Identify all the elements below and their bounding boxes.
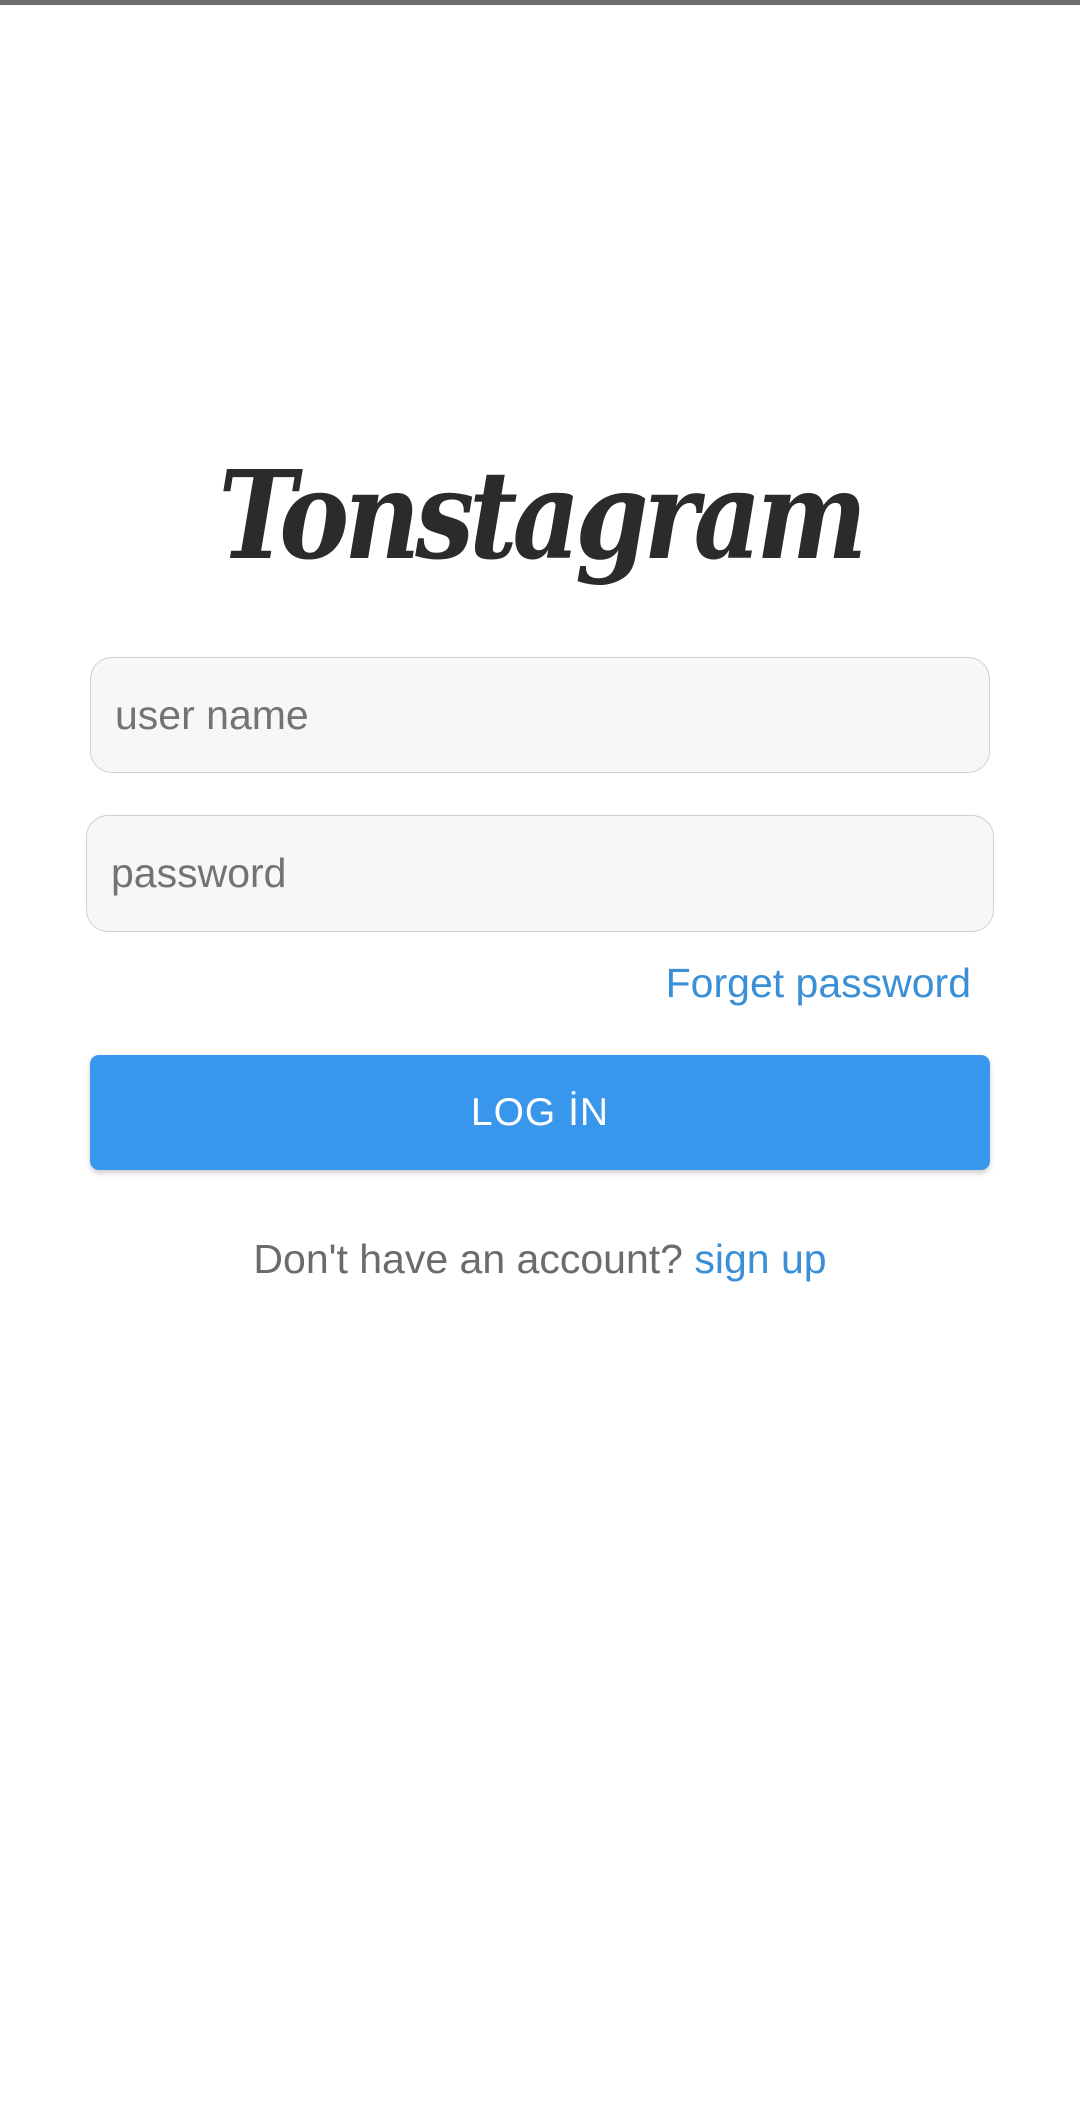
signup-prompt-text: Don't have an account? — [253, 1236, 683, 1282]
password-input[interactable] — [87, 816, 993, 931]
login-button-label: LOG İN — [470, 1090, 610, 1134]
login-button[interactable]: LOG İN — [90, 1055, 990, 1170]
username-field[interactable] — [90, 657, 990, 773]
password-field[interactable] — [86, 815, 994, 932]
app-logo: Tonstagram — [0, 420, 1080, 610]
top-divider — [0, 0, 1080, 5]
forgot-password-link[interactable]: Forget password — [666, 960, 971, 1007]
signup-link[interactable]: sign up — [694, 1236, 826, 1282]
logo-text: Tonstagram — [218, 443, 867, 587]
username-input[interactable] — [91, 658, 989, 772]
signup-prompt: Don't have an account? sign up — [0, 1236, 1080, 1283]
